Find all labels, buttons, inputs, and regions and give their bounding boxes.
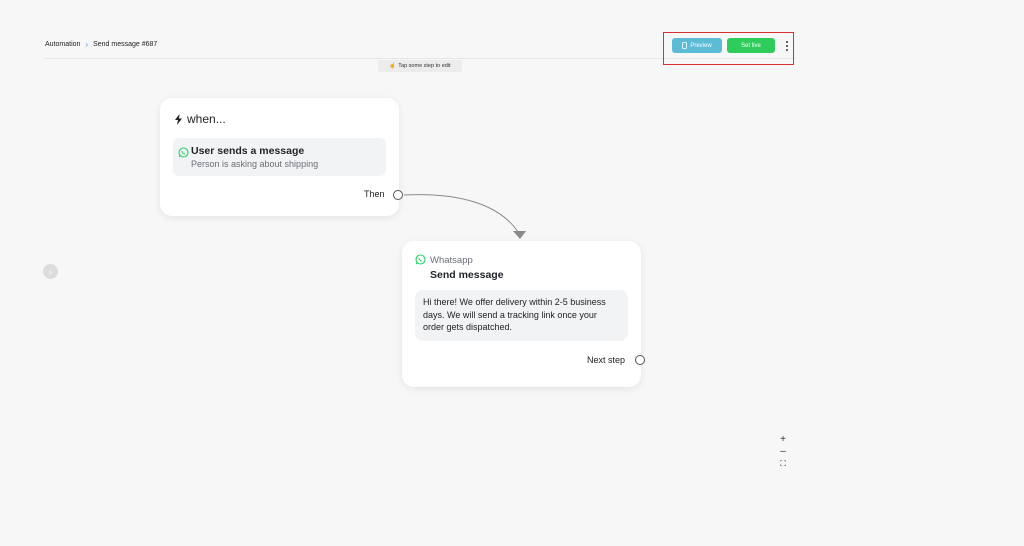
next-step-port[interactable] [635,355,645,365]
trigger-condition[interactable]: User sends a message Person is asking ab… [173,138,386,176]
breadcrumb-current: Send message #687 [93,41,158,48]
zoom-controls: + – ⛶ [776,434,790,469]
trigger-card[interactable]: when... User sends a message Person is a… [160,98,403,216]
zoom-out-button[interactable]: – [780,446,786,457]
more-options-icon[interactable] [784,40,790,52]
edit-hint: ☝ Tap some step to edit [378,60,462,72]
channel-label: Whatsapp [430,255,473,266]
message-preview[interactable]: Hi there! We offer delivery within 2-5 b… [415,290,628,341]
lightning-icon [175,113,182,125]
trigger-heading: when... [174,112,226,126]
fit-view-button[interactable]: ⛶ [780,458,786,469]
send-message-card[interactable]: Whatsapp Send message Hi there! We offer… [402,241,645,387]
whatsapp-icon [415,254,426,265]
breadcrumb-automation[interactable]: Automation [45,41,80,48]
trigger-subtitle: Person is asking about shipping [191,159,319,169]
whatsapp-icon [178,147,189,158]
action-title: Send message [430,269,504,281]
next-step-label: Next step [587,355,626,365]
then-port-label: Then [364,189,385,199]
set-live-button[interactable]: Set live [727,38,775,53]
breadcrumb: Automation › Send message #687 [45,40,158,49]
set-live-button-label: Set live [741,42,761,49]
zoom-in-button[interactable]: + [780,434,786,445]
phone-icon [682,42,688,49]
chevron-right-icon: › [49,266,52,277]
preview-button-label: Preview [690,42,712,49]
trigger-title: User sends a message [191,145,305,157]
preview-button[interactable]: Preview [672,38,722,53]
trigger-heading-text: when... [187,112,226,126]
sidebar-expand-button[interactable]: › [43,264,58,279]
chevron-right-icon: › [85,40,89,49]
edit-hint-text: Tap some step to edit [398,63,451,69]
pointer-icon: ☝ [389,63,397,69]
then-port[interactable] [393,190,403,200]
